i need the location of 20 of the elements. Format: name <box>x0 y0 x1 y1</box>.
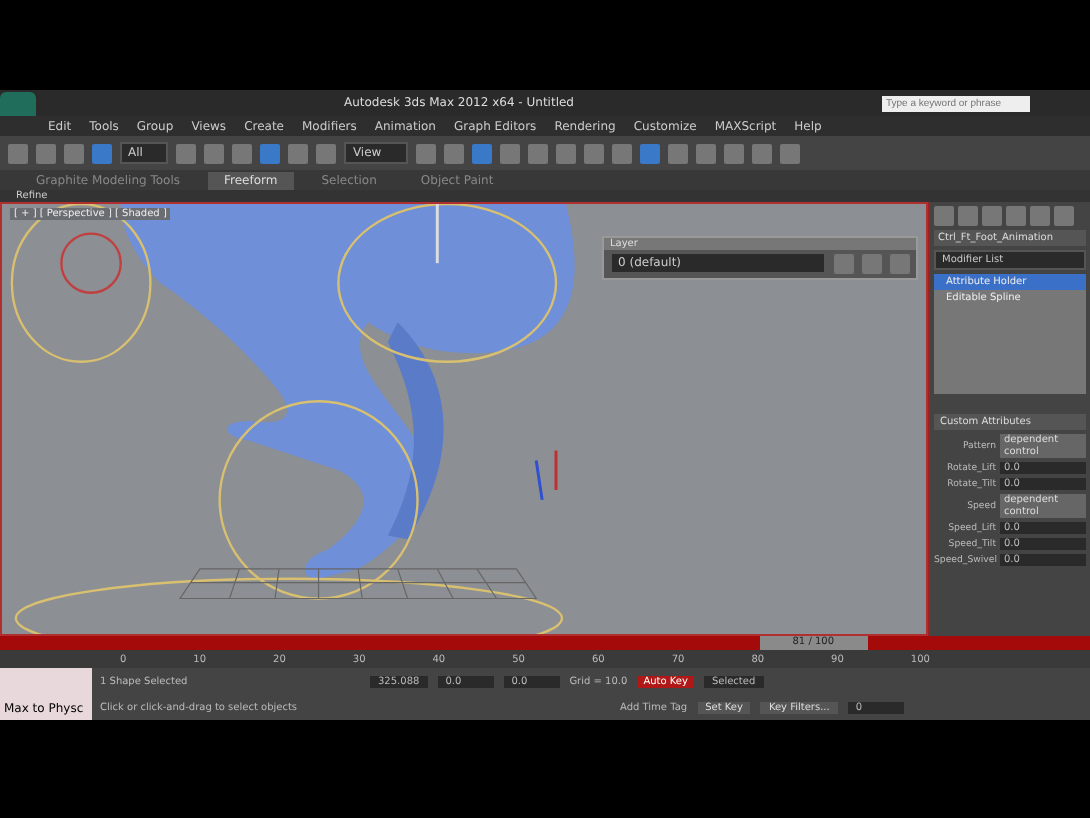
tool-icon[interactable] <box>555 143 576 163</box>
tool-icon[interactable] <box>583 143 604 163</box>
tool-icon[interactable] <box>443 143 464 163</box>
tool-icon[interactable] <box>232 143 253 163</box>
tool-icon[interactable] <box>611 143 632 163</box>
tool-icon[interactable] <box>260 143 281 163</box>
tool-icon[interactable] <box>499 143 520 163</box>
tool-icon[interactable] <box>316 143 337 163</box>
tool-icon[interactable] <box>415 143 436 163</box>
tool-icon[interactable] <box>695 143 716 163</box>
tool-icon[interactable] <box>639 143 660 163</box>
tool-icon[interactable] <box>204 143 225 163</box>
tool-icon[interactable] <box>751 143 772 163</box>
tool-icon[interactable] <box>527 143 548 163</box>
tool-icon[interactable] <box>288 143 309 163</box>
tool-icon[interactable] <box>779 143 800 163</box>
tool-icon[interactable] <box>471 143 492 163</box>
tool-icon[interactable] <box>723 143 744 163</box>
tool-icon[interactable] <box>176 143 197 163</box>
tool-icon[interactable] <box>667 143 688 163</box>
